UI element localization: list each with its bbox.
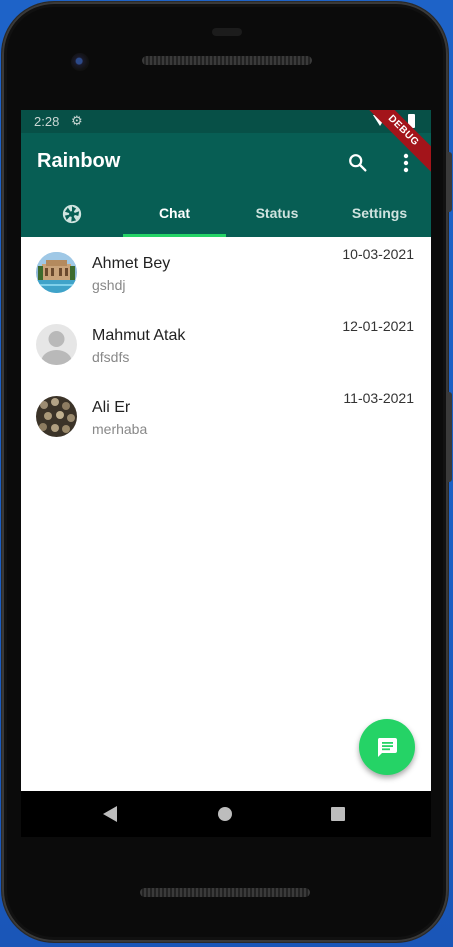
bottom-speaker <box>140 888 310 897</box>
search-icon[interactable] <box>347 152 369 174</box>
front-camera <box>71 53 89 71</box>
proximity-sensor <box>212 28 242 36</box>
app-title: Rainbow <box>37 150 121 172</box>
tab-camera[interactable] <box>21 190 123 237</box>
nav-back-icon[interactable] <box>103 806 117 822</box>
avatar <box>36 252 77 293</box>
chat-last-message: merhaba <box>92 421 148 437</box>
chat-row[interactable]: Ali Er merhaba 11-03-2021 <box>21 381 431 453</box>
status-time: 2:28 <box>34 114 60 129</box>
avatar <box>36 324 77 365</box>
avatar <box>36 396 77 437</box>
message-icon <box>377 738 397 757</box>
chat-date: 10-03-2021 <box>342 246 414 262</box>
nav-home-icon[interactable] <box>218 807 232 821</box>
volume-button <box>447 392 452 482</box>
chat-row[interactable]: Ahmet Bey gshdj 10-03-2021 <box>21 237 431 309</box>
app-screen: 2:28 ⚙ Rainbow Chat Status Settings DEBU… <box>21 110 431 791</box>
tab-bar: Chat Status Settings <box>21 190 431 237</box>
chat-name: Mahmut Atak <box>92 327 186 344</box>
system-nav-bar <box>21 791 431 837</box>
nav-recents-icon[interactable] <box>331 807 345 821</box>
tab-status[interactable]: Status <box>226 190 328 237</box>
camera-icon <box>62 204 82 224</box>
app-bar: Rainbow Chat Status Settings <box>21 133 431 237</box>
more-options-icon[interactable] <box>399 152 413 174</box>
power-button <box>447 152 452 212</box>
chat-name: Ali Er <box>92 399 131 416</box>
chat-last-message: gshdj <box>92 277 126 293</box>
chat-last-message: dfsdfs <box>92 349 130 365</box>
new-chat-fab[interactable] <box>359 719 415 775</box>
chat-date: 11-03-2021 <box>343 390 414 406</box>
chat-name: Ahmet Bey <box>92 255 171 272</box>
earpiece-speaker <box>142 56 312 65</box>
tab-settings[interactable]: Settings <box>328 190 431 237</box>
chat-row[interactable]: Mahmut Atak dfsdfs 12-01-2021 <box>21 309 431 381</box>
settings-gear-icon: ⚙ <box>71 113 83 128</box>
chat-list: Ahmet Bey gshdj 10-03-2021 Mahmut Atak d… <box>21 237 431 453</box>
chat-date: 12-01-2021 <box>342 318 414 334</box>
status-bar: 2:28 ⚙ <box>21 110 431 133</box>
tab-chat[interactable]: Chat <box>123 190 226 237</box>
